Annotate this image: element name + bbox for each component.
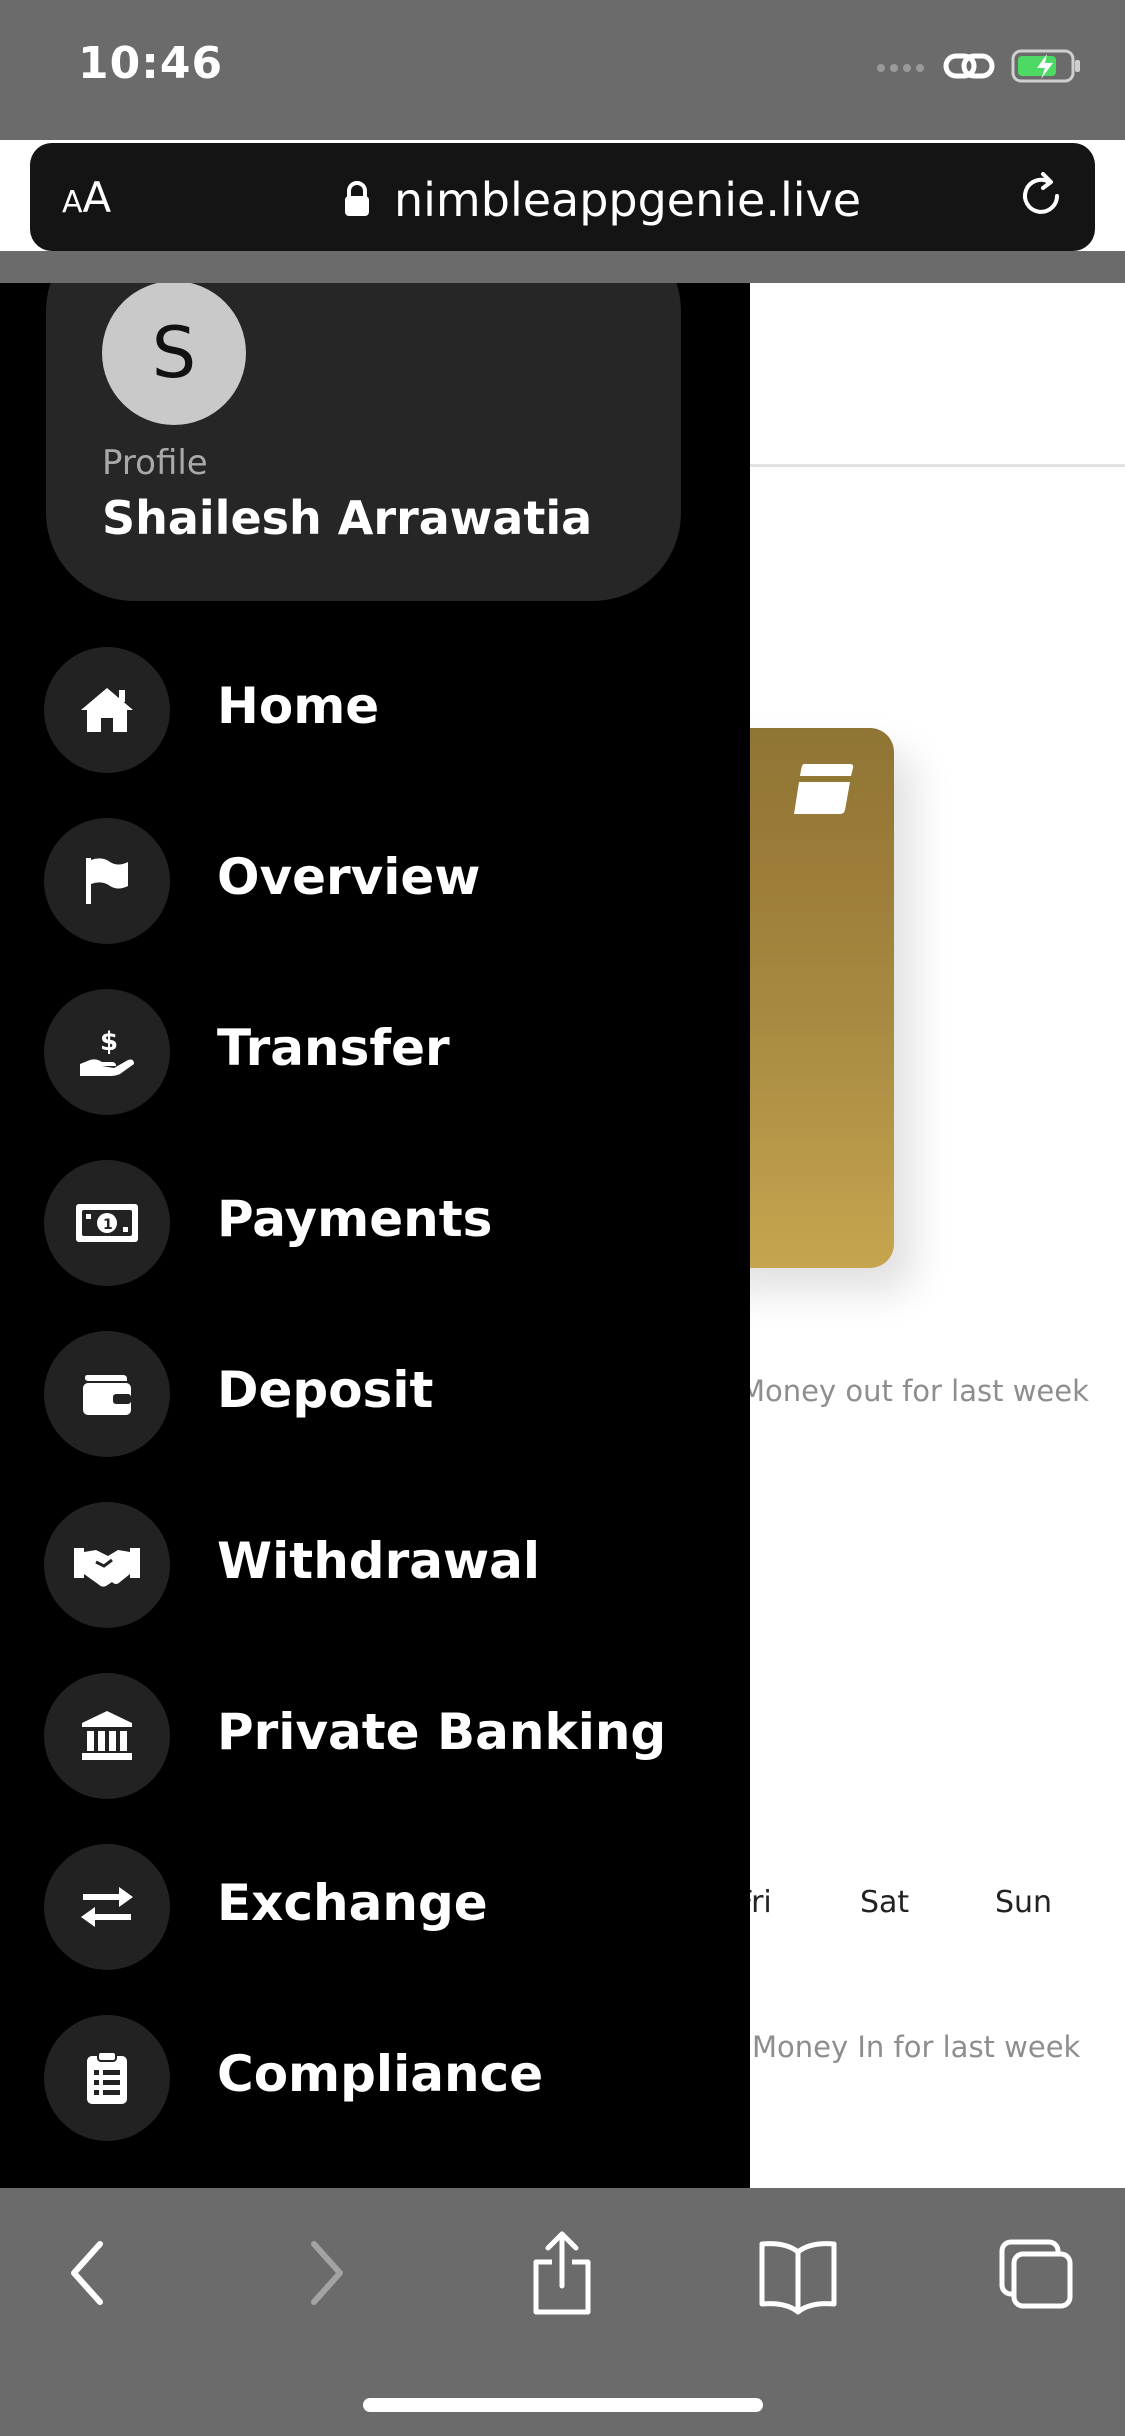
menu-item-deposit[interactable]: Deposit: [44, 1331, 704, 1457]
menu-label-exchange: Exchange: [217, 1874, 488, 1932]
profile-label: Profile: [102, 443, 208, 483]
side-drawer: S Profile Shailesh Arrawatia Home Overvi…: [0, 283, 750, 2188]
battery-icon: [1011, 48, 1083, 88]
menu-item-transfer[interactable]: $ Transfer: [44, 989, 704, 1115]
svg-text:$: $: [100, 1027, 118, 1057]
browser-toolbar: [0, 2188, 1125, 2436]
menu-item-withdrawal[interactable]: Withdrawal: [44, 1502, 704, 1628]
menu-item-private-banking[interactable]: Private Banking: [44, 1673, 704, 1799]
text-size-button[interactable]: AA: [62, 173, 111, 222]
flag-icon: [44, 818, 170, 944]
menu-item-home[interactable]: Home: [44, 647, 704, 773]
money-out-caption: Money out for last week: [740, 1374, 1089, 1408]
menu-label-withdrawal: Withdrawal: [217, 1532, 541, 1590]
menu-label-payments: Payments: [217, 1190, 493, 1248]
menu-label-overview: Overview: [217, 848, 481, 906]
menu-label-compliance: Compliance: [217, 2045, 544, 2103]
avatar[interactable]: S: [102, 283, 246, 425]
status-time: 10:46: [78, 38, 224, 89]
page-divider: [750, 464, 1125, 467]
status-bar: 10:46: [0, 0, 1125, 140]
card-logo-icon: [790, 760, 856, 822]
menu-label-deposit: Deposit: [217, 1361, 434, 1419]
day-label-sun: Sun: [995, 1885, 1053, 1920]
bank-icon: [44, 1673, 170, 1799]
exchange-arrows-icon: [44, 1844, 170, 1970]
menu-item-overview[interactable]: Overview: [44, 818, 704, 944]
url-text[interactable]: nimbleappgenie.live: [394, 173, 861, 227]
bookmarks-icon[interactable]: [756, 2228, 840, 2322]
profile-card[interactable]: S Profile Shailesh Arrawatia: [46, 283, 681, 601]
forward-icon[interactable]: [302, 2228, 352, 2322]
address-bar[interactable]: AA nimbleappgenie.live: [30, 143, 1095, 251]
tabs-icon[interactable]: [994, 2228, 1078, 2322]
home-icon: [44, 647, 170, 773]
home-indicator[interactable]: [363, 2398, 763, 2412]
reload-icon[interactable]: [1013, 168, 1069, 228]
handshake-icon: [44, 1502, 170, 1628]
banknote-icon: 1: [44, 1160, 170, 1286]
text-size-label: A: [82, 173, 112, 222]
link-icon: [943, 48, 995, 88]
back-icon[interactable]: [62, 2228, 112, 2322]
wallet-icon: [44, 1331, 170, 1457]
menu-label-transfer: Transfer: [217, 1019, 450, 1077]
clipboard-icon: [44, 2015, 170, 2141]
svg-text:1: 1: [103, 1217, 113, 1233]
share-icon[interactable]: [526, 2228, 598, 2322]
lock-icon: [342, 179, 372, 223]
menu-label-home: Home: [217, 677, 380, 735]
hand-dollar-icon: $: [44, 989, 170, 1115]
menu-item-compliance[interactable]: Compliance: [44, 2015, 704, 2141]
money-in-caption: Money In for last week: [752, 2030, 1081, 2064]
menu-item-exchange[interactable]: Exchange: [44, 1844, 704, 1970]
menu-label-private-banking: Private Banking: [217, 1703, 667, 1761]
profile-name: Shailesh Arrawatia: [102, 491, 593, 545]
browser-chrome-strip: [0, 251, 1125, 283]
menu-item-payments[interactable]: 1 Payments: [44, 1160, 704, 1286]
signal-icon: [875, 59, 927, 78]
day-label-sat: Sat: [860, 1885, 910, 1920]
status-icons: [875, 48, 1083, 88]
